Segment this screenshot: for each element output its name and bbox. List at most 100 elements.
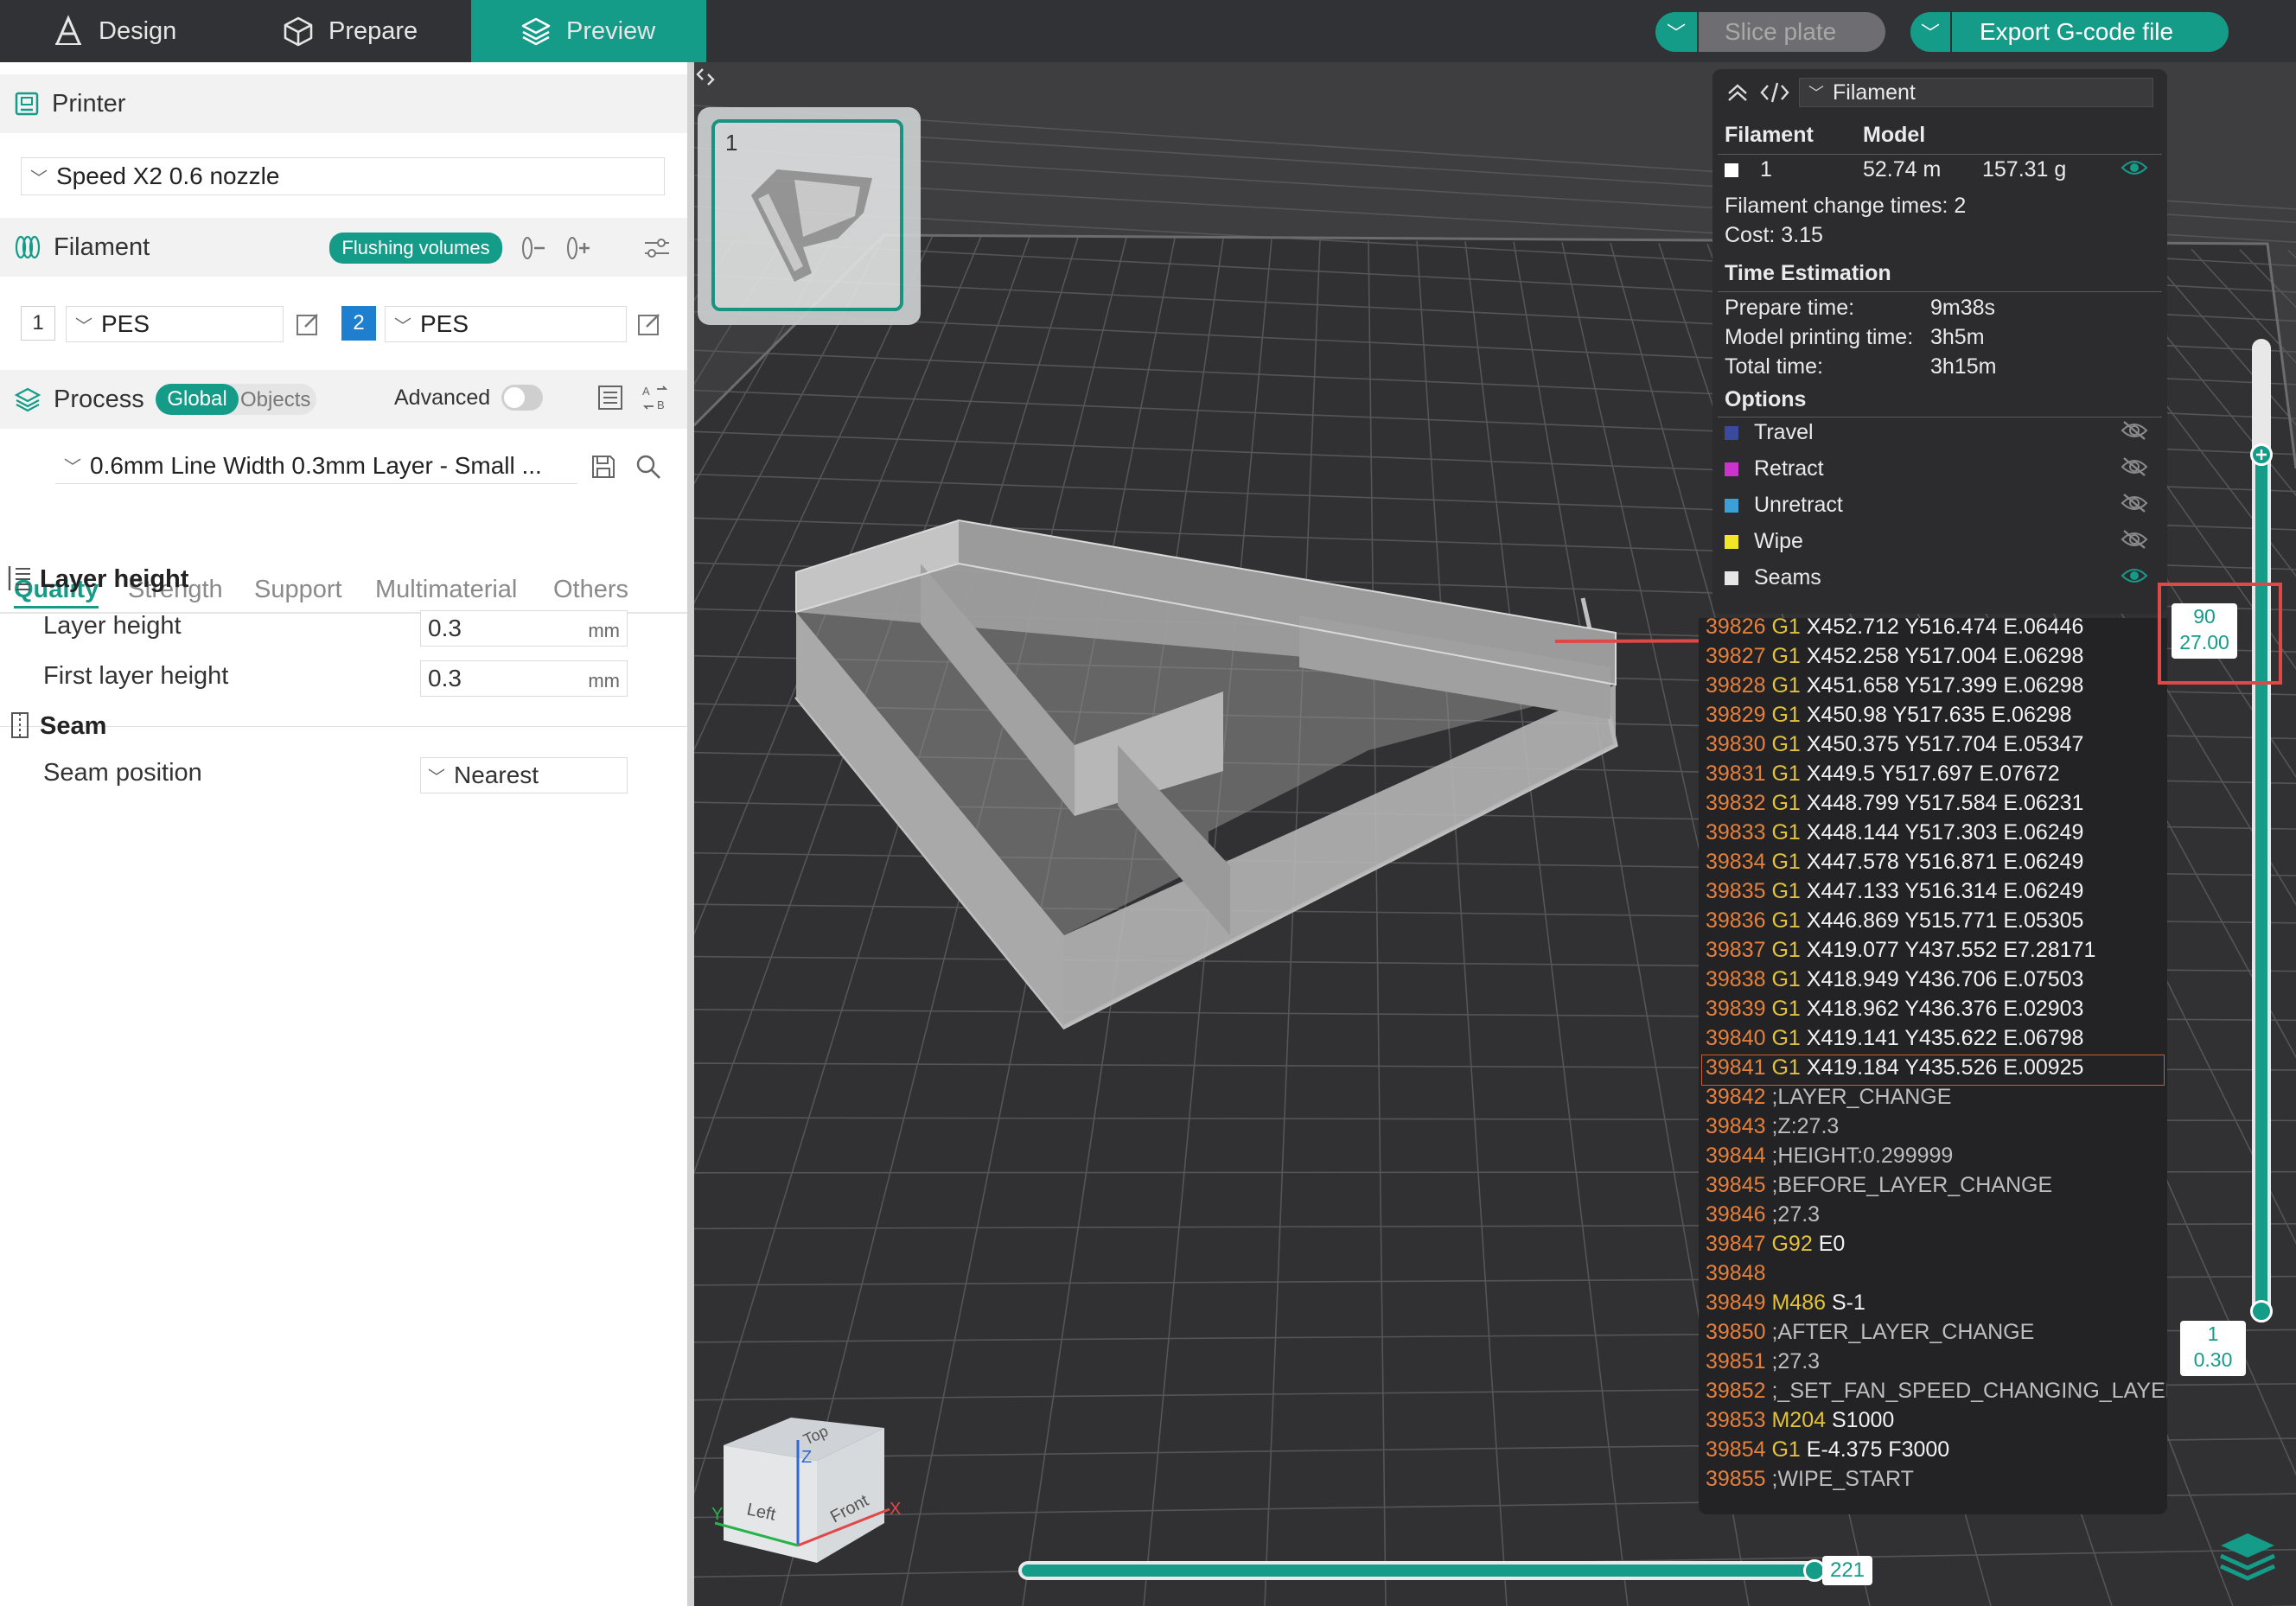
top-toolbar: Design Prepare Preview ﹀ Slice plate ﹀ E… xyxy=(0,0,2296,62)
gcode-args: X448.799 Y517.584 E.06231 xyxy=(1806,791,2084,815)
chevron-down-icon: ﹀ xyxy=(1666,22,1686,44)
layer-slider-top-handle[interactable] xyxy=(2250,443,2273,467)
legend-option-unretract[interactable]: Unretract xyxy=(1725,493,1843,518)
gcode-line[interactable]: 39826 G1 X452.712 Y516.474 E.06446 xyxy=(1706,618,2083,644)
objects-option[interactable]: Objects xyxy=(240,388,310,412)
save-preset-icon[interactable] xyxy=(586,449,621,484)
tab-design[interactable]: Design xyxy=(52,0,216,62)
gcode-args: E0 xyxy=(1818,1232,1846,1256)
option-label: Travel xyxy=(1754,420,1814,444)
eye-off-icon[interactable] xyxy=(2121,527,2148,558)
gcode-viewer-icon[interactable] xyxy=(1759,80,1790,112)
gcode-line[interactable]: 39838 G1 X418.949 Y436.706 E.07503 xyxy=(1706,967,2083,997)
layer-view-icon[interactable] xyxy=(2216,1528,2280,1590)
gcode-cmd: G1 xyxy=(1771,1437,1801,1462)
printer-select-value: Speed X2 0.6 nozzle xyxy=(56,163,280,189)
layer-slider-bottom-handle[interactable] xyxy=(2250,1300,2273,1322)
gcode-line[interactable]: 39852 ;_SET_FAN_SPEED_CHANGING_LAYER xyxy=(1706,1379,2167,1408)
eye-icon[interactable] xyxy=(2121,156,2148,186)
filament-slot-2-select[interactable]: ﹀ PES xyxy=(385,306,627,342)
legend-option-seams[interactable]: Seams xyxy=(1725,565,1821,590)
printer-title: Printer xyxy=(52,89,126,118)
tab-support[interactable]: Support xyxy=(254,576,342,604)
gcode-cmd: G1 xyxy=(1771,791,1801,815)
gcode-line[interactable]: 39832 G1 X448.799 Y517.584 E.06231 xyxy=(1706,791,2083,820)
advanced-label: Advanced xyxy=(394,386,491,410)
collapse-legend-icon[interactable] xyxy=(1725,81,1751,110)
gcode-line[interactable]: 39846 ;27.3 xyxy=(1706,1202,1820,1232)
gcode-line[interactable]: 39829 G1 X450.98 Y517.635 E.06298 xyxy=(1706,703,2072,732)
gcode-line[interactable]: 39853 M204 S1000 xyxy=(1706,1408,1894,1437)
global-option[interactable]: Global xyxy=(156,384,239,415)
export-dropdown[interactable]: ﹀ xyxy=(1910,12,1952,52)
eye-off-icon[interactable] xyxy=(2121,418,2148,449)
cube-icon xyxy=(284,16,313,47)
process-list-icon[interactable] xyxy=(595,382,626,413)
advanced-toggle[interactable] xyxy=(501,385,543,411)
gcode-line[interactable]: 39833 G1 X448.144 Y517.303 E.06249 xyxy=(1706,820,2083,850)
eye-off-icon[interactable] xyxy=(2121,455,2148,485)
tab-preview[interactable]: Preview xyxy=(471,0,706,62)
gcode-line[interactable]: 39835 G1 X447.133 Y516.314 E.06249 xyxy=(1706,879,2083,908)
flushing-volumes-button[interactable]: Flushing volumes xyxy=(329,233,502,264)
legend-option-wipe[interactable]: Wipe xyxy=(1725,529,1803,554)
gcode-line[interactable]: 39827 G1 X452.258 Y517.004 E.06298 xyxy=(1706,644,2083,673)
slice-plate-button[interactable]: Slice plate xyxy=(1699,12,1885,52)
gcode-line[interactable]: 39855 ;WIPE_START xyxy=(1706,1467,1914,1496)
view-cube[interactable]: Top Z Left Front X Y xyxy=(711,1393,910,1566)
tab-others[interactable]: Others xyxy=(553,576,628,604)
compare-presets-icon[interactable]: AB xyxy=(640,382,671,413)
filament-change-times: Filament change times: 2 xyxy=(1725,194,1967,218)
legend-option-travel[interactable]: Travel xyxy=(1725,420,1814,445)
panel-splitter[interactable] xyxy=(687,62,694,1606)
gcode-args: X447.133 Y516.314 E.06249 xyxy=(1806,879,2084,903)
gcode-line[interactable]: 39839 G1 X418.962 Y436.376 E.02903 xyxy=(1706,997,2083,1026)
gcode-line[interactable]: 39851 ;27.3 xyxy=(1706,1349,1820,1379)
gcode-line[interactable]: 39836 G1 X446.869 Y515.771 E.05305 xyxy=(1706,908,2083,938)
gcode-line[interactable]: 39831 G1 X449.5 Y517.697 E.07672 xyxy=(1706,762,2060,791)
edit-filament-1-icon[interactable] xyxy=(290,306,325,342)
gcode-line[interactable]: 39849 M486 S-1 xyxy=(1706,1291,1866,1320)
search-icon[interactable] xyxy=(631,449,666,484)
plate-thumbnail-card[interactable]: 1 xyxy=(698,107,921,325)
gcode-line[interactable]: 39830 G1 X450.375 Y517.704 E.05347 xyxy=(1706,732,2083,762)
export-gcode-button[interactable]: Export G-code file xyxy=(1952,12,2229,52)
gcode-line[interactable]: 39848 xyxy=(1706,1261,1766,1291)
printer-select[interactable]: ﹀ Speed X2 0.6 nozzle xyxy=(21,157,665,195)
legend-view-select[interactable]: ﹀ Filament xyxy=(1799,78,2153,107)
edit-filament-2-icon[interactable] xyxy=(632,306,666,342)
option-label: Wipe xyxy=(1754,529,1803,553)
gcode-line[interactable]: 39841 G1 X419.184 Y435.526 E.00925 xyxy=(1701,1055,2165,1086)
filament-settings-icon[interactable] xyxy=(640,232,674,264)
eye-icon[interactable] xyxy=(2121,564,2148,594)
gcode-line[interactable]: 39834 G1 X447.578 Y516.871 E.06249 xyxy=(1706,850,2083,879)
global-objects-toggle[interactable]: Global Objects xyxy=(156,384,316,415)
first-layer-height-input[interactable]: 0.3 mm xyxy=(420,660,628,697)
gcode-cmd: G1 xyxy=(1771,908,1801,933)
gcode-line[interactable]: 39837 G1 X419.077 Y437.552 E7.28171 xyxy=(1706,938,2095,967)
gcode-num: 39833 xyxy=(1706,820,1766,844)
layer-height-input[interactable]: 0.3 mm xyxy=(420,610,628,647)
gcode-line[interactable]: 39828 G1 X451.658 Y517.399 E.06298 xyxy=(1706,673,2083,703)
slice-dropdown[interactable]: ﹀ xyxy=(1655,12,1697,52)
gcode-line[interactable]: 39845 ;BEFORE_LAYER_CHANGE xyxy=(1706,1173,2052,1202)
process-preset-select[interactable]: ﹀ 0.6mm Line Width 0.3mm Layer - Small .… xyxy=(55,448,577,484)
gcode-line[interactable]: 39847 G92 E0 xyxy=(1706,1232,1845,1261)
remove-filament-icon[interactable] xyxy=(515,232,550,264)
gcode-line[interactable]: 39843 ;Z:27.3 xyxy=(1706,1114,1839,1144)
gcode-line[interactable]: 39842 ;LAYER_CHANGE xyxy=(1706,1085,1951,1114)
plate-thumbnail[interactable]: 1 xyxy=(711,119,903,311)
tab-prepare[interactable]: Prepare xyxy=(282,0,472,62)
tab-multimaterial[interactable]: Multimaterial xyxy=(375,576,517,604)
layer-height-label: Layer height xyxy=(43,612,182,640)
collapse-sidebar-icon[interactable] xyxy=(694,62,717,97)
gcode-line[interactable]: 39844 ;HEIGHT:0.299999 xyxy=(1706,1144,1953,1173)
eye-off-icon[interactable] xyxy=(2121,491,2148,521)
add-filament-icon[interactable] xyxy=(560,232,595,264)
gcode-line[interactable]: 39854 G1 E-4.375 F3000 xyxy=(1706,1437,1949,1467)
legend-option-retract[interactable]: Retract xyxy=(1725,456,1824,481)
filament-slot-1-select[interactable]: ﹀ PES xyxy=(66,306,284,342)
gcode-line[interactable]: 39840 G1 X419.141 Y435.622 E.06798 xyxy=(1706,1026,2083,1055)
seam-position-select[interactable]: ﹀ Nearest xyxy=(420,757,628,793)
gcode-line[interactable]: 39850 ;AFTER_LAYER_CHANGE xyxy=(1706,1320,2034,1349)
